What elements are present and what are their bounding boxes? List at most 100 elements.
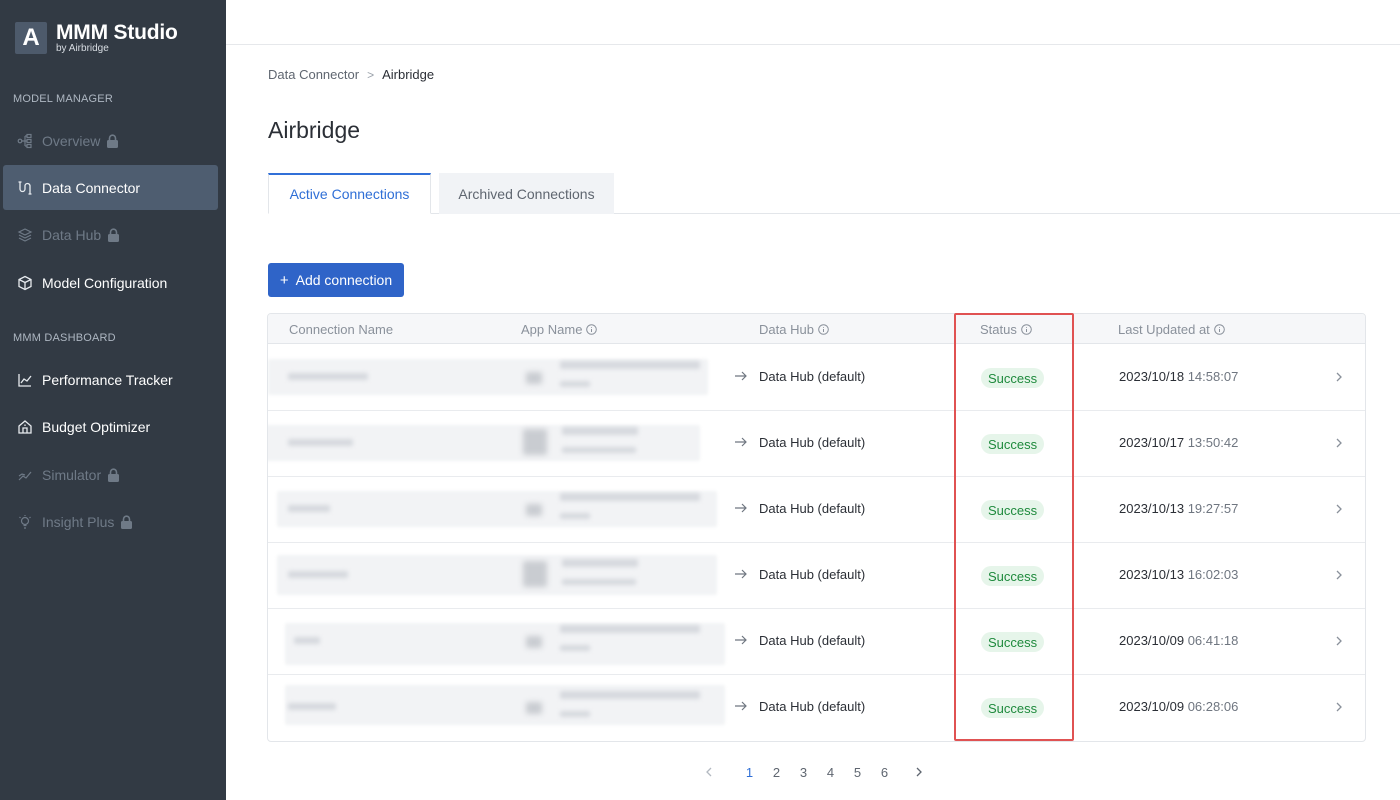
- chevron-right-icon[interactable]: [1334, 436, 1344, 450]
- redacted-text: [562, 579, 636, 585]
- last-updated-cell: 2023/10/09 06:41:18: [1119, 633, 1239, 648]
- page-title: Airbridge: [268, 117, 361, 143]
- table-row[interactable]: Data Hub (default) Success 2023/10/17 13…: [268, 411, 1365, 477]
- tab-active-connections[interactable]: Active Connections: [268, 173, 431, 214]
- column-header-status[interactable]: Status: [980, 314, 1032, 344]
- app-logo[interactable]: A MMM Studio by Airbridge: [15, 22, 178, 54]
- sidebar-item-insight-plus[interactable]: Insight Plus: [3, 499, 218, 544]
- sidebar-item-label: Data Hub: [42, 226, 102, 243]
- sidebar-item-label: Insight Plus: [42, 513, 115, 530]
- info-icon[interactable]: [818, 323, 829, 335]
- pagination-page[interactable]: 1: [736, 765, 763, 780]
- chevron-right-icon[interactable]: [1334, 634, 1344, 648]
- sidebar-item-overview[interactable]: Overview: [3, 118, 218, 163]
- status-badge: Success: [981, 632, 1045, 652]
- column-header-last-updated[interactable]: Last Updated at: [1118, 314, 1225, 344]
- sidebar-item-data-hub[interactable]: Data Hub: [3, 212, 218, 257]
- table-row[interactable]: Data Hub (default) Success 2023/10/13 19…: [268, 477, 1365, 543]
- info-icon[interactable]: [586, 323, 598, 335]
- chevron-right-icon[interactable]: [1334, 502, 1344, 516]
- sidebar: A MMM Studio by Airbridge MODEL MANAGER …: [0, 0, 226, 800]
- status-badge: Success: [981, 698, 1045, 718]
- pagination-page[interactable]: 2: [763, 765, 790, 780]
- section-label-mmm-dashboard: MMM DASHBOARD: [13, 332, 116, 344]
- arrow-right-icon: [735, 569, 747, 579]
- plus-icon: +: [279, 271, 289, 289]
- sidebar-item-model-configuration[interactable]: Model Configuration: [3, 260, 218, 305]
- redacted-text: [294, 637, 320, 644]
- redacted-app-icon: [523, 561, 547, 587]
- sidebar-item-label: Simulator: [42, 466, 102, 483]
- arrow-right-icon: [735, 503, 747, 513]
- redacted-text: [562, 559, 638, 567]
- sidebar-item-performance-tracker[interactable]: Performance Tracker: [3, 357, 218, 402]
- redacted-text: [288, 439, 353, 446]
- data-hub-cell: Data Hub (default): [759, 699, 866, 714]
- redacted-text: [560, 711, 590, 717]
- table-row[interactable]: Data Hub (default) Success 2023/10/18 14…: [268, 345, 1365, 411]
- last-updated-cell: 2023/10/09 06:28:06: [1119, 699, 1239, 714]
- data-hub-cell: Data Hub (default): [759, 567, 866, 582]
- info-icon[interactable]: [1213, 323, 1225, 335]
- pagination-page[interactable]: 3: [790, 765, 817, 780]
- column-header-data-hub[interactable]: Data Hub: [759, 314, 829, 344]
- table-row[interactable]: Data Hub (default) Success 2023/10/09 06…: [268, 609, 1365, 675]
- breadcrumb: Data Connector > Airbridge: [268, 67, 434, 82]
- tabs-divider: [268, 213, 1400, 214]
- table-row[interactable]: Data Hub (default) Success 2023/10/13 16…: [268, 543, 1365, 609]
- add-connection-label: Add connection: [295, 272, 393, 288]
- layers-icon: [16, 226, 34, 244]
- last-updated-cell: 2023/10/13 19:27:57: [1119, 501, 1239, 516]
- lock-icon: [107, 227, 120, 242]
- redacted-app-icon: [523, 429, 547, 455]
- pagination-page[interactable]: 5: [844, 765, 871, 780]
- chevron-right-icon[interactable]: [1334, 568, 1344, 582]
- pagination-prev-icon[interactable]: [700, 766, 718, 778]
- breadcrumb-parent[interactable]: Data Connector: [268, 67, 359, 82]
- redacted-text: [562, 447, 636, 453]
- sidebar-item-simulator[interactable]: Simulator: [3, 452, 218, 497]
- cube-icon: [16, 274, 34, 292]
- chevron-right-icon[interactable]: [1334, 370, 1344, 384]
- sidebar-item-label: Model Configuration: [42, 274, 168, 291]
- redacted-text: [288, 703, 336, 710]
- breadcrumb-current: Airbridge: [382, 67, 435, 82]
- connector-icon: [16, 179, 34, 197]
- redacted-text: [560, 691, 700, 699]
- redacted-text: [560, 645, 590, 651]
- sidebar-item-label: Budget Optimizer: [42, 418, 151, 435]
- redacted-text: [560, 625, 700, 633]
- redacted-text: [560, 361, 700, 369]
- data-hub-cell: Data Hub (default): [759, 435, 866, 450]
- breadcrumb-separator: >: [367, 67, 375, 82]
- status-badge: Success: [981, 368, 1045, 388]
- sidebar-item-data-connector[interactable]: Data Connector: [3, 165, 218, 210]
- column-header-connection-name[interactable]: Connection Name: [289, 314, 393, 344]
- data-hub-cell: Data Hub (default): [759, 369, 866, 384]
- add-connection-button[interactable]: + Add connection: [268, 263, 404, 297]
- redacted-text: [562, 427, 638, 435]
- table-header: Connection Name App Name Data Hub Status…: [268, 314, 1365, 344]
- last-updated-cell: 2023/10/18 14:58:07: [1119, 369, 1239, 384]
- pagination-page[interactable]: 4: [817, 765, 844, 780]
- house-icon: [16, 418, 34, 436]
- status-badge: Success: [981, 500, 1045, 520]
- chart-line-icon: [16, 371, 34, 389]
- chevron-right-icon[interactable]: [1334, 700, 1344, 714]
- redacted-text: [560, 513, 590, 519]
- nodes-icon: [16, 132, 34, 150]
- connections-table: Connection Name App Name Data Hub Status…: [267, 313, 1366, 742]
- bulb-icon: [16, 513, 34, 531]
- column-header-app-name[interactable]: App Name: [521, 314, 598, 344]
- pagination-page[interactable]: 6: [871, 765, 898, 780]
- info-icon[interactable]: [1021, 323, 1032, 335]
- redacted-app-icon: [526, 636, 542, 648]
- sidebar-item-budget-optimizer[interactable]: Budget Optimizer: [3, 404, 218, 449]
- app-title: MMM Studio: [56, 21, 178, 44]
- trend-icon: [16, 466, 34, 484]
- arrow-right-icon: [735, 437, 747, 447]
- table-row[interactable]: Data Hub (default) Success 2023/10/09 06…: [268, 675, 1365, 741]
- pagination: 1 2 3 4 5 6: [700, 762, 928, 782]
- pagination-next-icon[interactable]: [910, 766, 928, 778]
- tab-archived-connections[interactable]: Archived Connections: [439, 173, 614, 214]
